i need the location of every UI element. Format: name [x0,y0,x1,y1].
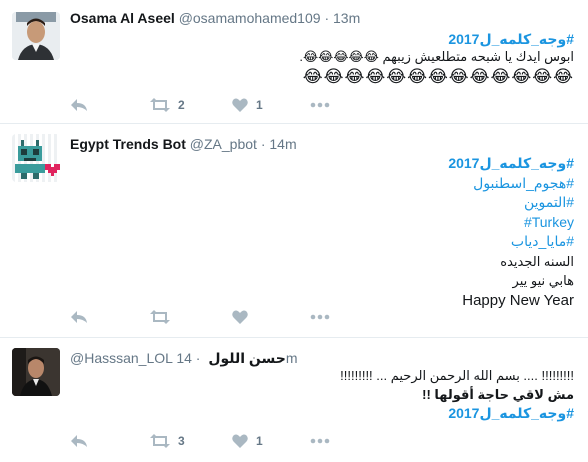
user-handle[interactable]: @ZA_pbot [190,136,257,152]
hashtag-link[interactable]: #Turkey [448,213,574,233]
like-button[interactable] [232,307,256,327]
tweet-header: @Hasssan_LOL حسن اللول · 14m [70,350,298,367]
more-icon [310,102,330,108]
reply-button[interactable] [70,95,88,115]
tweet-text: #وجه_كلمه_ل2017 #هجوم_اسطنبول #التموين #… [448,154,574,310]
separator-dot: · [195,350,201,366]
tweet-text-line: !!!!!!!!! .... بسم الله الرحمن الرحيم ..… [340,368,574,383]
avatar[interactable] [12,12,60,60]
more-button[interactable] [310,307,330,327]
tweet-text-line: مش لاقي حاجة أقولها !! [422,387,574,402]
like-button[interactable]: 1 [232,431,263,451]
tweet-header: Osama Al Aseel @osamamohamed109 · 13m [70,10,360,26]
reply-icon [71,311,87,323]
retweet-button[interactable]: 2 [150,95,185,115]
tweet-text: !!!!!!!!! .... بسم الله الرحمن الرحيم ..… [340,366,574,423]
like-icon [232,434,248,448]
tweet-time[interactable]: 13m [333,10,360,26]
more-button[interactable] [310,95,330,115]
tweet-text-line: ابوس ايدك يا شبحه متطلعيش زيبهم 😂😂😂😂😂. [299,49,574,64]
tweet-text-line: السنه الجديده [500,253,574,269]
user-handle[interactable]: @osamamohamed109 [179,10,321,26]
user-avatar-icon [12,12,60,60]
avatar[interactable] [12,134,60,182]
separator-dot: · [260,136,266,152]
retweet-count: 3 [178,434,185,448]
reply-button[interactable] [70,307,88,327]
like-count: 1 [256,98,263,112]
tweet-text: #وجه_كلمه_ل2017 ابوس ايدك يا شبحه متطلعي… [299,30,574,88]
user-handle[interactable]: @Hasssan_LOL [70,350,172,366]
more-icon [310,438,330,444]
hashtag-link[interactable]: #هجوم_اسطنبول [448,174,574,194]
tweet[interactable]: Osama Al Aseel @osamamohamed109 · 13m #و… [0,0,588,124]
tweet-text-line: Happy New Year [462,291,574,309]
tweet[interactable]: @Hasssan_LOL حسن اللول · 14m !!!!!!!!! .… [0,338,588,462]
avatar[interactable] [12,348,60,396]
hashtag-link[interactable]: #وجه_كلمه_ل2017 [340,404,574,423]
hashtag-link[interactable]: #مايا_دياب [448,232,574,252]
tweet-time[interactable]: 14m [269,136,296,152]
reply-button[interactable] [70,431,88,451]
retweet-icon [150,310,170,324]
like-icon [232,98,248,112]
retweet-button[interactable]: 3 [150,431,185,451]
tweet[interactable]: Egypt Trends Bot @ZA_pbot · 14m #وجه_كلم… [0,124,588,338]
separator-dot: · [324,10,330,26]
display-name[interactable]: حسن اللول [208,350,286,366]
bot-avatar-icon [12,134,60,182]
retweet-count: 2 [178,98,185,112]
more-button[interactable] [310,431,330,451]
more-icon [310,314,330,320]
like-count: 1 [256,434,263,448]
tweet-header: Egypt Trends Bot @ZA_pbot · 14m [70,136,297,152]
reply-icon [71,99,87,111]
display-name[interactable]: Osama Al Aseel [70,10,175,26]
hashtag-link[interactable]: #وجه_كلمه_ل2017 [299,30,574,48]
retweet-icon [150,434,170,448]
user-avatar-icon [12,348,60,396]
hashtag-link[interactable]: #وجه_كلمه_ل2017 [448,154,574,174]
emoji-line: 😂😂😂😂😂😂😂😂😂😂😂😂😂 [302,67,574,86]
retweet-icon [150,98,170,112]
retweet-button[interactable] [150,307,178,327]
tweet-text-line: هابي نيو يير [512,273,574,288]
reply-icon [71,435,87,447]
like-button[interactable]: 1 [232,95,263,115]
hashtag-link[interactable]: #التموين [448,193,574,213]
display-name[interactable]: Egypt Trends Bot [70,136,186,152]
like-icon [232,310,248,324]
